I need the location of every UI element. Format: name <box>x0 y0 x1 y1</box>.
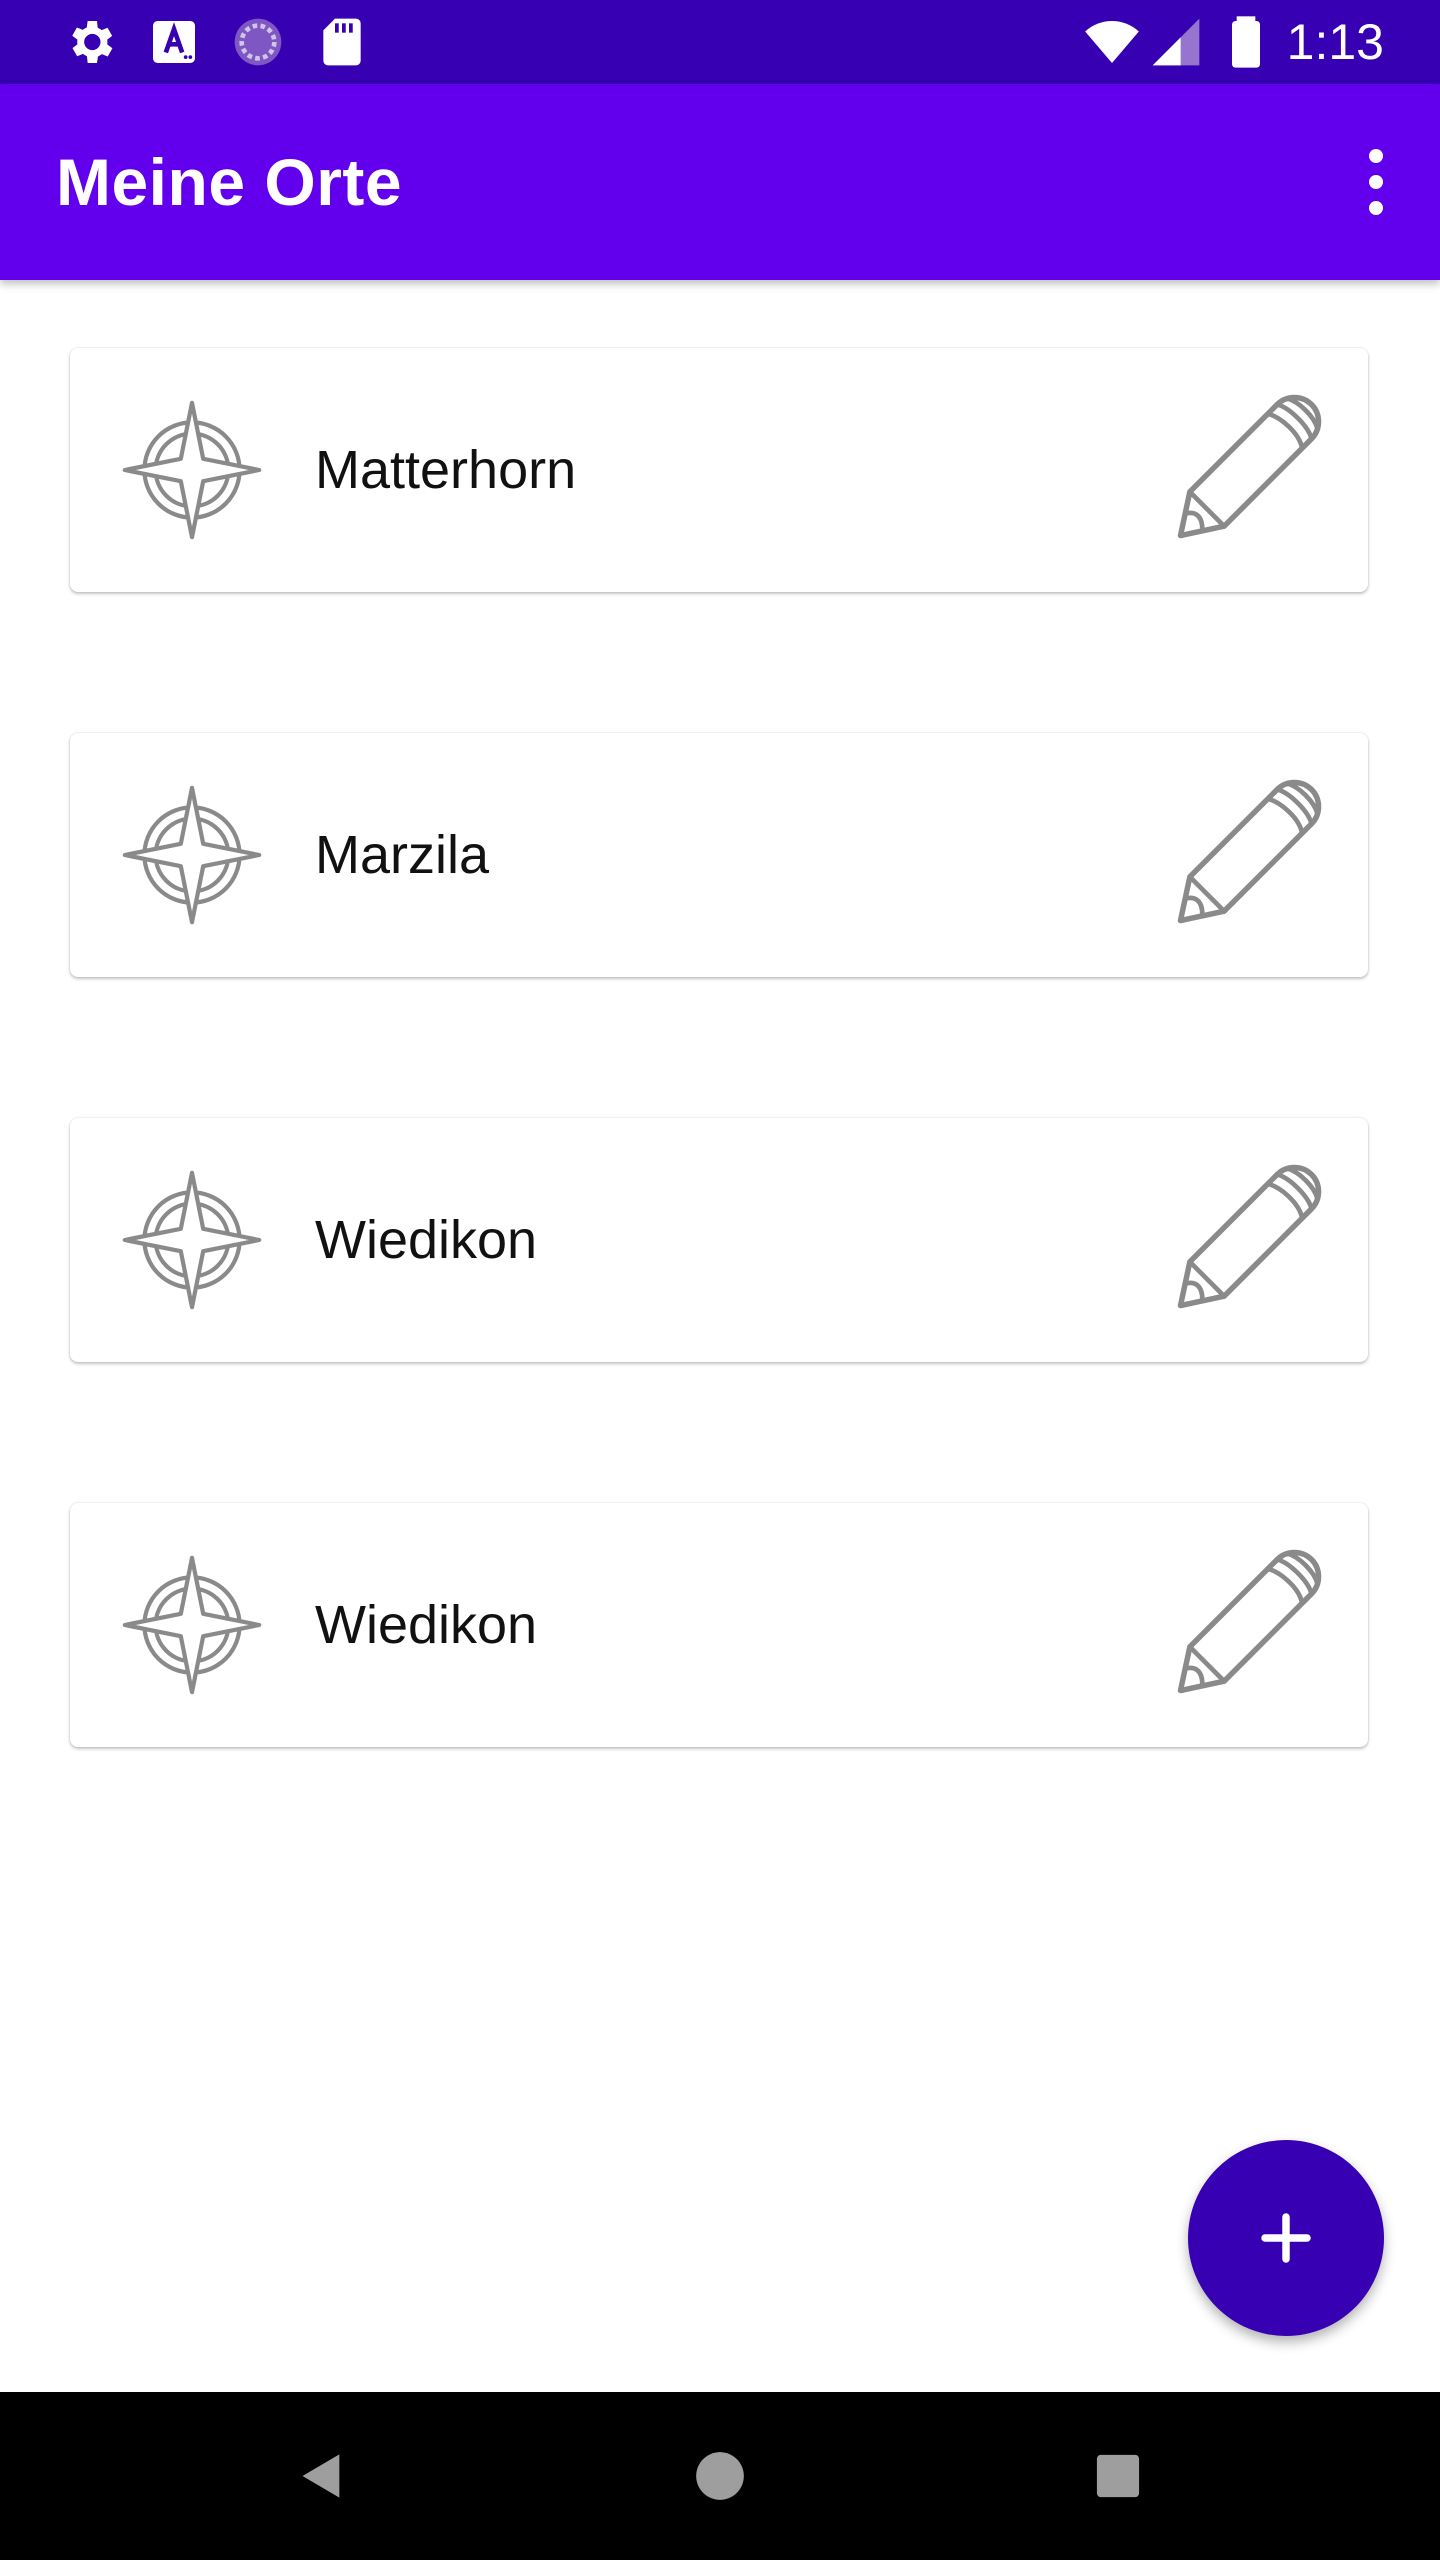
battery-icon <box>1232 16 1260 68</box>
place-card[interactable]: Matterhorn <box>70 348 1368 592</box>
pencil-icon[interactable] <box>1168 1162 1324 1318</box>
pencil-icon[interactable] <box>1168 1547 1324 1703</box>
place-card[interactable]: Wiedikon <box>70 1118 1368 1362</box>
place-name: Matterhorn <box>315 440 577 500</box>
sd-card-icon <box>323 18 361 66</box>
screen: 1:13 Meine Orte Matterhorn Marzila Wiedi… <box>0 0 1440 2560</box>
settings-icon <box>72 21 113 63</box>
system-nav-bar <box>0 2392 1440 2560</box>
home-icon <box>696 2452 744 2500</box>
font-a-icon <box>153 21 195 63</box>
back-icon <box>302 2454 340 2498</box>
compass-icon <box>122 785 262 925</box>
place-card[interactable]: Marzila <box>70 733 1368 977</box>
compass-icon <box>122 1555 262 1695</box>
nav-recents-button[interactable] <box>1074 2432 1162 2520</box>
app-bar: Meine Orte <box>0 84 1440 280</box>
place-card[interactable]: Wiedikon <box>70 1503 1368 1747</box>
add-place-button[interactable] <box>1188 2140 1384 2336</box>
compass-icon <box>122 400 262 540</box>
nav-back-button[interactable] <box>278 2432 366 2520</box>
more-options-button[interactable] <box>1340 122 1412 242</box>
cell-signal-icon <box>1152 18 1200 66</box>
pencil-icon[interactable] <box>1168 392 1324 548</box>
place-name: Wiedikon <box>315 1595 538 1655</box>
place-name: Marzila <box>315 825 490 885</box>
wifi-icon <box>1085 21 1139 63</box>
more-vert-icon <box>1369 149 1383 163</box>
place-name: Wiedikon <box>315 1210 538 1270</box>
more-vert-icon-dot <box>1369 175 1383 189</box>
plus-icon <box>1261 2213 1311 2263</box>
pencil-icon[interactable] <box>1168 777 1324 933</box>
page-title: Meine Orte <box>56 145 403 219</box>
nav-home-button[interactable] <box>676 2432 764 2520</box>
sync-circle-icon <box>234 18 282 66</box>
more-vert-icon-dot <box>1369 201 1383 215</box>
compass-icon <box>122 1170 262 1310</box>
recents-icon <box>1096 2454 1140 2498</box>
status-bar: 1:13 <box>0 0 1440 84</box>
status-time: 1:13 <box>1286 14 1384 70</box>
